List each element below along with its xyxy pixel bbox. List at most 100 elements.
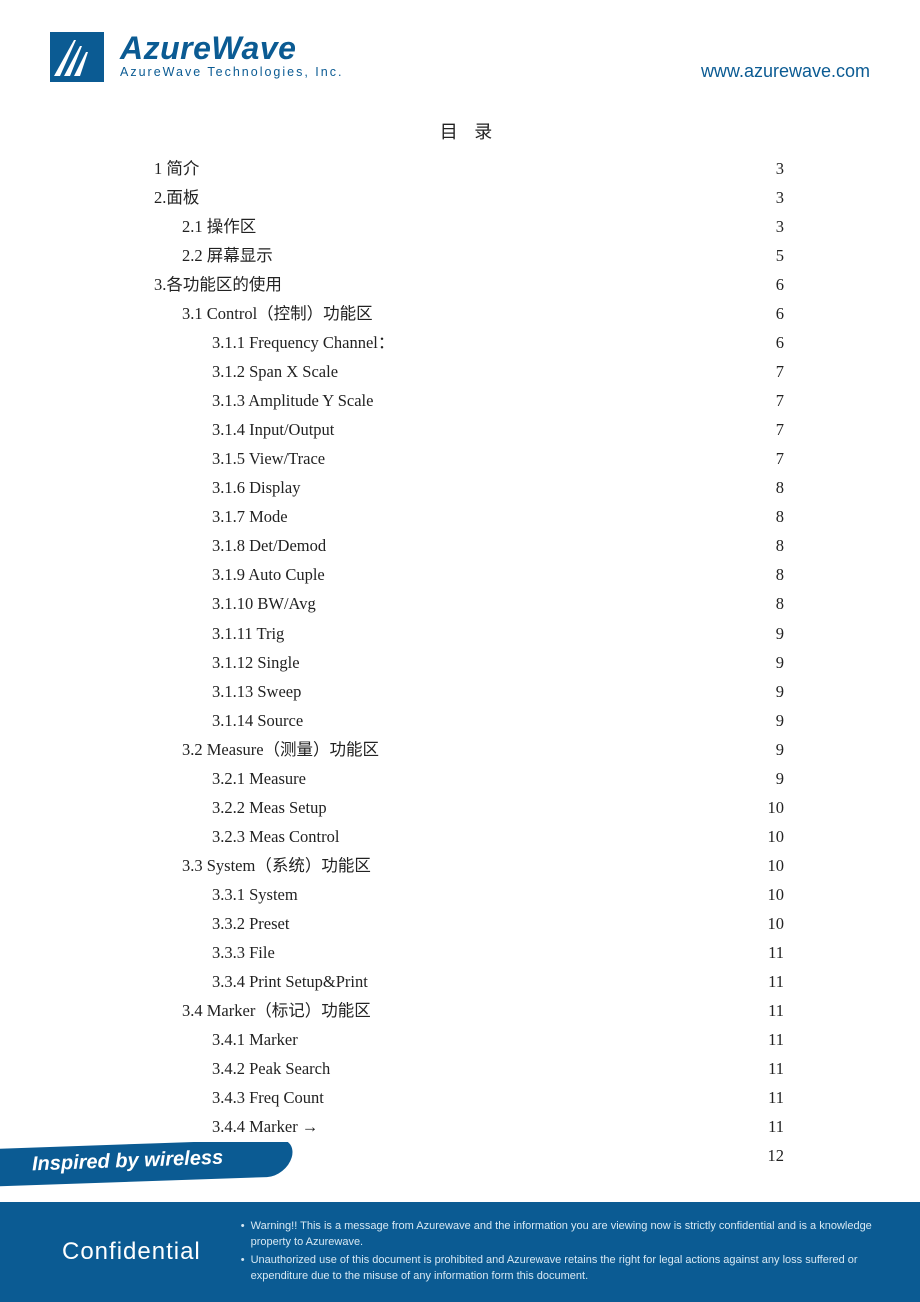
- toc-entry-page: 7: [764, 444, 784, 473]
- toc-entry-label: 3.1.11 Trig: [212, 619, 284, 648]
- toc-entry[interactable]: 3.3.1 System 10: [154, 880, 784, 909]
- toc-entry-label: 3.1.12 Single: [212, 648, 300, 677]
- footer-band: Confidential • Warning!! This is a messa…: [0, 1202, 920, 1302]
- toc-entry[interactable]: 3.1.14 Source9: [154, 706, 784, 735]
- toc-entry-label: 3.3 System（系统）功能区: [182, 851, 371, 880]
- toc-entry[interactable]: 3.3.2 Preset10: [154, 909, 784, 938]
- toc-entry[interactable]: 3.1.10 BW/Avg8: [154, 589, 784, 618]
- toc-entry-label: 3.4 Marker（标记）功能区: [182, 996, 371, 1025]
- toc-entry[interactable]: 3.各功能区的使用 6: [154, 270, 784, 299]
- toc-entry-label: 3.2 Measure（测量）功能区: [182, 735, 379, 764]
- brand-logo: AzureWave AzureWave Technologies, Inc.: [50, 26, 343, 84]
- toc-entry-page: 11: [764, 1025, 784, 1054]
- toc-entry-page: 9: [764, 706, 784, 735]
- toc-entry-label: 3.1.3 Amplitude Y Scale: [212, 386, 373, 415]
- toc-entry-label: 1 简介: [154, 154, 199, 183]
- confidential-label: Confidential: [62, 1238, 201, 1266]
- toc-entry[interactable]: 3.1.6 Display8: [154, 473, 784, 502]
- toc-title: 目 录: [154, 118, 784, 144]
- toc-entry-label: 3.3.4 Print Setup&Print: [212, 967, 368, 996]
- toc-entry-page: 8: [764, 560, 784, 589]
- toc-entry[interactable]: 3.1.8 Det/Demod8: [154, 531, 784, 560]
- toc-entry[interactable]: 3.1.5 View/Trace 7: [154, 444, 784, 473]
- toc-entry-page: 6: [764, 328, 784, 357]
- toc-entry-label: 3.4.1 Marker: [212, 1025, 298, 1054]
- toc-entry[interactable]: 1 简介3: [154, 154, 784, 183]
- toc-entry[interactable]: 3.4.2 Peak Search11: [154, 1054, 784, 1083]
- toc-entry-label: 3.2.1 Measure: [212, 764, 306, 793]
- brand-main-text: AzureWave: [120, 32, 343, 64]
- toc-entry[interactable]: 3.1.1 Frequency Channel： 6: [154, 328, 784, 357]
- toc-entry[interactable]: 3.4 Marker（标记）功能区 11: [154, 996, 784, 1025]
- toc-entry[interactable]: 3.1.7 Mode 8: [154, 502, 784, 531]
- toc-entry-page: 8: [764, 473, 784, 502]
- toc-entry-page: 11: [764, 1054, 784, 1083]
- toc-entry-label: 3.3.1 System: [212, 880, 298, 909]
- website-url: www.azurewave.com: [701, 61, 870, 82]
- toc-entry-page: 9: [764, 735, 784, 764]
- toc-entry-page: 9: [764, 648, 784, 677]
- toc-entry[interactable]: 3.4.1 Marker 11: [154, 1025, 784, 1054]
- toc-entry-label: 3.1.7 Mode: [212, 502, 288, 531]
- toc-entry-page: 3: [764, 212, 784, 241]
- toc-entry-page: 10: [764, 880, 784, 909]
- toc-entry-label: 3.1 Control（控制）功能区: [182, 299, 373, 328]
- toc-entry-label: 3.4.3 Freq Count: [212, 1083, 324, 1112]
- toc-entry-page: 11: [764, 1083, 784, 1112]
- toc-entry-page: 8: [764, 502, 784, 531]
- toc-entry[interactable]: 3.2.3 Meas Control10: [154, 822, 784, 851]
- toc-entry-page: 6: [764, 299, 784, 328]
- toc-entry-label: 3.1.2 Span X Scale: [212, 357, 338, 386]
- toc-entry-page: 3: [764, 183, 784, 212]
- toc-entry-page: 10: [764, 822, 784, 851]
- bullet-icon: •: [241, 1219, 245, 1251]
- toc-entry[interactable]: 3.1.2 Span X Scale7: [154, 357, 784, 386]
- toc-entry-page: 7: [764, 386, 784, 415]
- toc-entry[interactable]: 2.2 屏幕显示5: [154, 241, 784, 270]
- toc-entry[interactable]: 2.面板 3: [154, 183, 784, 212]
- toc-entry-page: 9: [764, 764, 784, 793]
- toc-entry-label: 3.3.2 Preset: [212, 909, 289, 938]
- azurewave-logo-icon: [50, 26, 110, 84]
- toc-entry-page: 9: [764, 619, 784, 648]
- toc-entry[interactable]: 3.1.12 Single 9: [154, 648, 784, 677]
- toc-entry-page: 11: [764, 996, 784, 1025]
- toc-entry[interactable]: 3.2.1 Measure 9: [154, 764, 784, 793]
- toc-entry[interactable]: 3.1 Control（控制）功能区 6: [154, 299, 784, 328]
- toc-entry-page: 11: [764, 967, 784, 996]
- toc-entry[interactable]: 3.1.4 Input/Output7: [154, 415, 784, 444]
- page-footer: Inspired by wireless Confidential • Warn…: [0, 1142, 920, 1302]
- toc-entry[interactable]: 3.4.4 Marker →11: [154, 1112, 784, 1141]
- brand-text: AzureWave AzureWave Technologies, Inc.: [120, 32, 343, 79]
- toc-entry-label: 3.1.13 Sweep: [212, 677, 301, 706]
- toc-entry[interactable]: 3.2.2 Meas Setup10: [154, 793, 784, 822]
- toc-entry[interactable]: 3.4.3 Freq Count 11: [154, 1083, 784, 1112]
- toc-entry-page: 8: [764, 589, 784, 618]
- document-page: AzureWave AzureWave Technologies, Inc. w…: [0, 0, 920, 1302]
- toc-entry[interactable]: 3.1.3 Amplitude Y Scale 7: [154, 386, 784, 415]
- toc-entry[interactable]: 3.1.11 Trig 9: [154, 619, 784, 648]
- toc-entry-label: 2.面板: [154, 183, 199, 212]
- toc-entry[interactable]: 3.3.3 File 11: [154, 938, 784, 967]
- toc-entry-label: 3.1.1 Frequency Channel：: [212, 328, 394, 357]
- toc-entry-page: 11: [764, 938, 784, 967]
- legal-line-1: • Warning!! This is a message from Azure…: [241, 1219, 890, 1251]
- toc-entry-page: 6: [764, 270, 784, 299]
- legal-text: • Warning!! This is a message from Azure…: [241, 1219, 890, 1285]
- toc-entry[interactable]: 3.3.4 Print Setup&Print 11: [154, 967, 784, 996]
- table-of-contents: 目 录 1 简介32.面板32.1 操作区32.2 屏幕显示53.各功能区的使用…: [154, 118, 784, 1170]
- toc-entry[interactable]: 3.2 Measure（测量）功能区 9: [154, 735, 784, 764]
- toc-entry-label: 3.3.3 File: [212, 938, 275, 967]
- toc-entry[interactable]: 3.1.9 Auto Cuple 8: [154, 560, 784, 589]
- toc-entry-label: 3.各功能区的使用: [154, 270, 282, 299]
- toc-entry[interactable]: 2.1 操作区3: [154, 212, 784, 241]
- toc-entry-label: 3.1.5 View/Trace: [212, 444, 325, 473]
- bullet-icon: •: [241, 1253, 245, 1285]
- toc-entry[interactable]: 3.3 System（系统）功能区10: [154, 851, 784, 880]
- toc-entry-page: 9: [764, 677, 784, 706]
- toc-entry-label: 3.1.9 Auto Cuple: [212, 560, 325, 589]
- toc-entry-label: 3.2.2 Meas Setup: [212, 793, 327, 822]
- legal-text-2: Unauthorized use of this document is pro…: [251, 1253, 890, 1285]
- toc-list: 1 简介32.面板32.1 操作区32.2 屏幕显示53.各功能区的使用63.1…: [154, 154, 784, 1170]
- toc-entry[interactable]: 3.1.13 Sweep 9: [154, 677, 784, 706]
